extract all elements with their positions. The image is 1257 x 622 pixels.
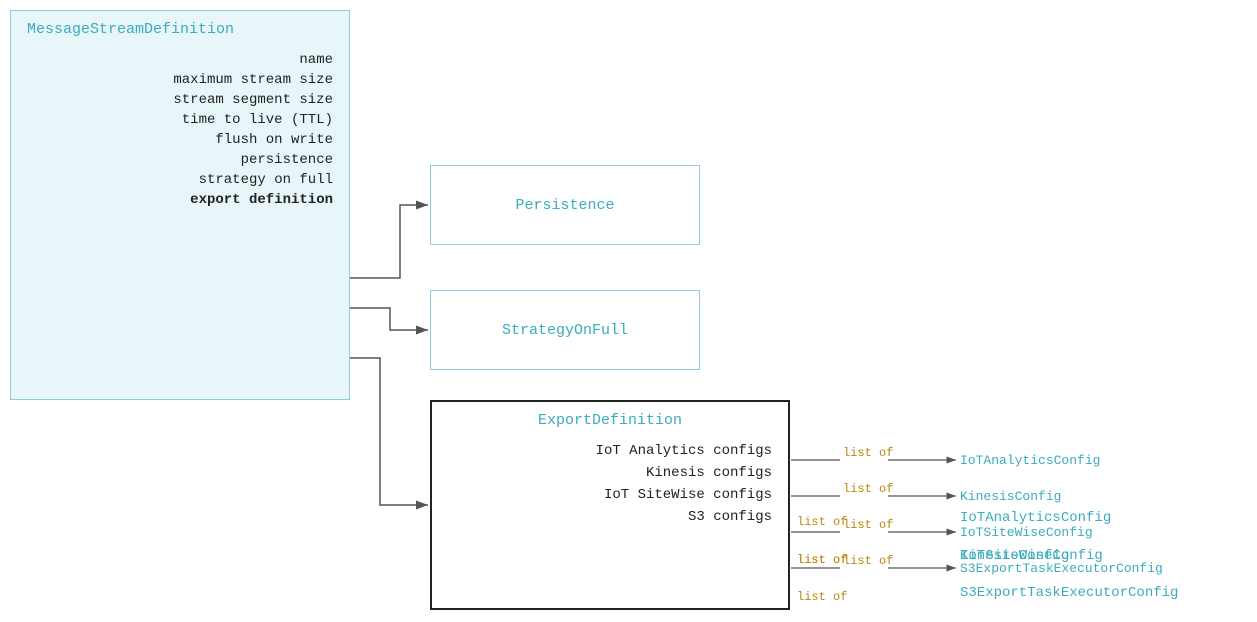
export-field-iot-analytics: IoT Analytics configs <box>596 443 772 459</box>
field-persistence: persistence <box>241 152 333 168</box>
export-field-sitewise: IoT SiteWise configs <box>604 487 772 503</box>
main-box-fields: name maximum stream size stream segment … <box>27 52 333 208</box>
main-box-title: MessageStreamDefinition <box>27 21 333 38</box>
field-max-stream-size: maximum stream size <box>173 72 333 88</box>
export-box-fields: IoT Analytics configs Kinesis configs Io… <box>448 443 772 525</box>
strategy-box-title: StrategyOnFull <box>502 322 628 339</box>
svg-text:KinesisConfig: KinesisConfig <box>960 489 1061 504</box>
diagram: MessageStreamDefinition name maximum str… <box>0 0 1257 622</box>
main-box: MessageStreamDefinition name maximum str… <box>10 10 350 400</box>
export-field-kinesis: Kinesis configs <box>646 465 772 481</box>
target-iot-analytics: IoTAnalyticsConfig <box>960 510 1111 526</box>
target-sitewise: IoTSiteWiseConfig <box>960 548 1103 564</box>
export-box: ExportDefinition IoT Analytics configs K… <box>430 400 790 610</box>
list-of-s3: list of <box>797 590 847 604</box>
field-strategy-on-full: strategy on full <box>199 172 333 188</box>
svg-text:IoTSiteWiseConfig: IoTSiteWiseConfig <box>960 525 1093 540</box>
persistence-box-title: Persistence <box>515 197 614 214</box>
field-export-definition: export definition <box>190 192 333 208</box>
svg-text:list of: list of <box>843 482 893 496</box>
list-of-iot-analytics: list of <box>797 515 847 529</box>
list-of-sitewise: list of <box>797 553 847 567</box>
field-name: name <box>299 52 333 68</box>
field-flush-on-write: flush on write <box>215 132 333 148</box>
svg-text:IoTAnalyticsConfig: IoTAnalyticsConfig <box>960 453 1100 468</box>
svg-text:list of: list of <box>843 554 893 568</box>
svg-text:list of: list of <box>843 518 893 532</box>
field-stream-segment-size: stream segment size <box>173 92 333 108</box>
persistence-box: Persistence <box>430 165 700 245</box>
strategy-box: StrategyOnFull <box>430 290 700 370</box>
svg-text:list of: list of <box>843 446 893 460</box>
field-ttl: time to live (TTL) <box>182 112 333 128</box>
target-s3: S3ExportTaskExecutorConfig <box>960 585 1178 601</box>
export-field-s3: S3 configs <box>688 509 772 525</box>
export-box-title: ExportDefinition <box>448 412 772 429</box>
